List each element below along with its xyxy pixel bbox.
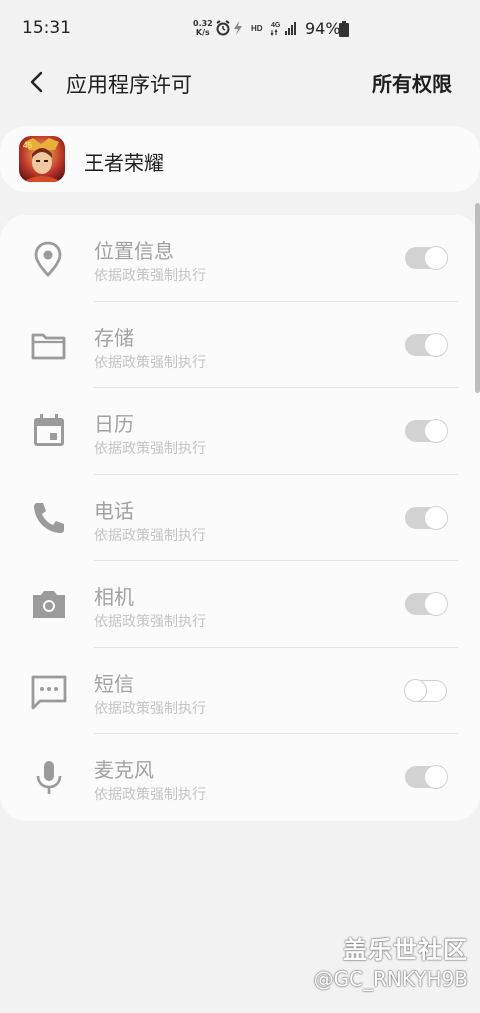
toggle-knob	[424, 765, 448, 789]
permission-subtitle: 依据政策强制执行	[94, 441, 206, 457]
permission-toggle[interactable]	[405, 592, 448, 616]
svg-text:45: 45	[23, 141, 32, 150]
app-bar: 应用程序许可 所有权限	[0, 56, 480, 108]
watermark: 盖乐世社区 @GC_RNKYH9B	[314, 930, 468, 991]
permission-toggle[interactable]	[404, 678, 447, 702]
permission-label: 短信	[94, 671, 134, 696]
status-icons: HD 4G	[215, 19, 305, 37]
toggle-knob	[424, 419, 448, 443]
permission-label: 电话	[94, 498, 134, 523]
battery-percentage: 94%	[305, 19, 341, 38]
network-speed-value: 0.32	[193, 19, 213, 28]
permission-label: 位置信息	[94, 239, 174, 263]
permission-subtitle: 依据政策强制执行	[94, 354, 206, 371]
toggle-knob	[424, 332, 448, 357]
permission-row-storage[interactable]: 存储 依据政策强制执行	[0, 302, 480, 388]
back-button[interactable]	[24, 66, 52, 98]
permission-row-sms[interactable]: 短信 依据政策强制执行	[0, 648, 480, 734]
network-speed: 0.32 K/s	[193, 19, 213, 37]
network-label: 4G	[271, 22, 281, 29]
message-icon	[28, 670, 70, 712]
all-permissions-button[interactable]: 所有权限	[372, 68, 452, 97]
app-info-card: 45 王者荣耀	[0, 126, 480, 192]
watermark-user: @GC_RNKYH9B	[313, 967, 468, 991]
scrollbar[interactable]	[475, 203, 480, 393]
toggle-knob	[404, 678, 427, 702]
calendar-icon	[28, 410, 70, 452]
location-pin-icon	[28, 237, 70, 279]
alarm-icon	[216, 20, 230, 36]
data-saver-icon	[234, 21, 242, 35]
app-icon: 45	[19, 136, 65, 182]
permission-label: 存储	[94, 325, 134, 350]
phone-icon	[28, 497, 70, 539]
watermark-brand: 盖乐世社区	[343, 936, 468, 964]
permission-row-location[interactable]: 位置信息 依据政策强制执行	[0, 215, 480, 302]
permission-row-phone[interactable]: 电话 依据政策强制执行	[0, 475, 480, 561]
status-bar: 15:31 0.32 K/s HD 4G 94%	[0, 0, 480, 56]
toggle-knob	[424, 246, 448, 270]
permission-row-camera[interactable]: 相机 依据政策强制执行	[0, 561, 480, 648]
permission-subtitle: 依据政策强制执行	[94, 268, 206, 284]
permission-subtitle: 依据政策强制执行	[94, 787, 206, 803]
permission-toggle[interactable]	[405, 332, 448, 357]
network-speed-unit: K/s	[195, 28, 210, 37]
camera-icon	[28, 583, 70, 625]
permission-toggle[interactable]	[405, 419, 448, 443]
permission-label: 相机	[94, 585, 134, 609]
permission-label: 麦克风	[94, 758, 154, 782]
mobile-data-icon: 4G	[270, 22, 281, 37]
permission-subtitle: 依据政策强制执行	[94, 614, 206, 630]
permission-row-calendar[interactable]: 日历 依据政策强制执行	[0, 388, 480, 475]
permission-label: 日历	[94, 412, 134, 436]
toggle-knob	[424, 505, 448, 530]
permissions-list: 位置信息 依据政策强制执行 存储 依据政策强制执行 日历 依据政策强制执行 电话…	[0, 215, 480, 821]
permission-subtitle: 依据政策强制执行	[94, 527, 206, 544]
permission-toggle[interactable]	[405, 765, 448, 789]
chevron-left-icon	[30, 71, 43, 93]
signal-icon	[285, 22, 296, 35]
app-name: 王者荣耀	[84, 151, 164, 175]
folder-icon	[28, 324, 70, 366]
permission-toggle[interactable]	[405, 505, 448, 530]
microphone-icon	[28, 756, 70, 798]
permission-subtitle: 依据政策强制执行	[94, 700, 206, 717]
permission-row-microphone[interactable]: 麦克风 依据政策强制执行	[0, 734, 480, 821]
screen: 15:31 0.32 K/s HD 4G 94% 应用程序许可 所有权限 45 …	[0, 0, 480, 1013]
toggle-knob	[424, 592, 448, 616]
battery-icon	[339, 21, 349, 41]
status-time: 15:31	[22, 18, 71, 38]
page-title: 应用程序许可	[66, 73, 192, 97]
hd-label: HD	[251, 24, 263, 33]
permission-toggle[interactable]	[405, 246, 448, 270]
